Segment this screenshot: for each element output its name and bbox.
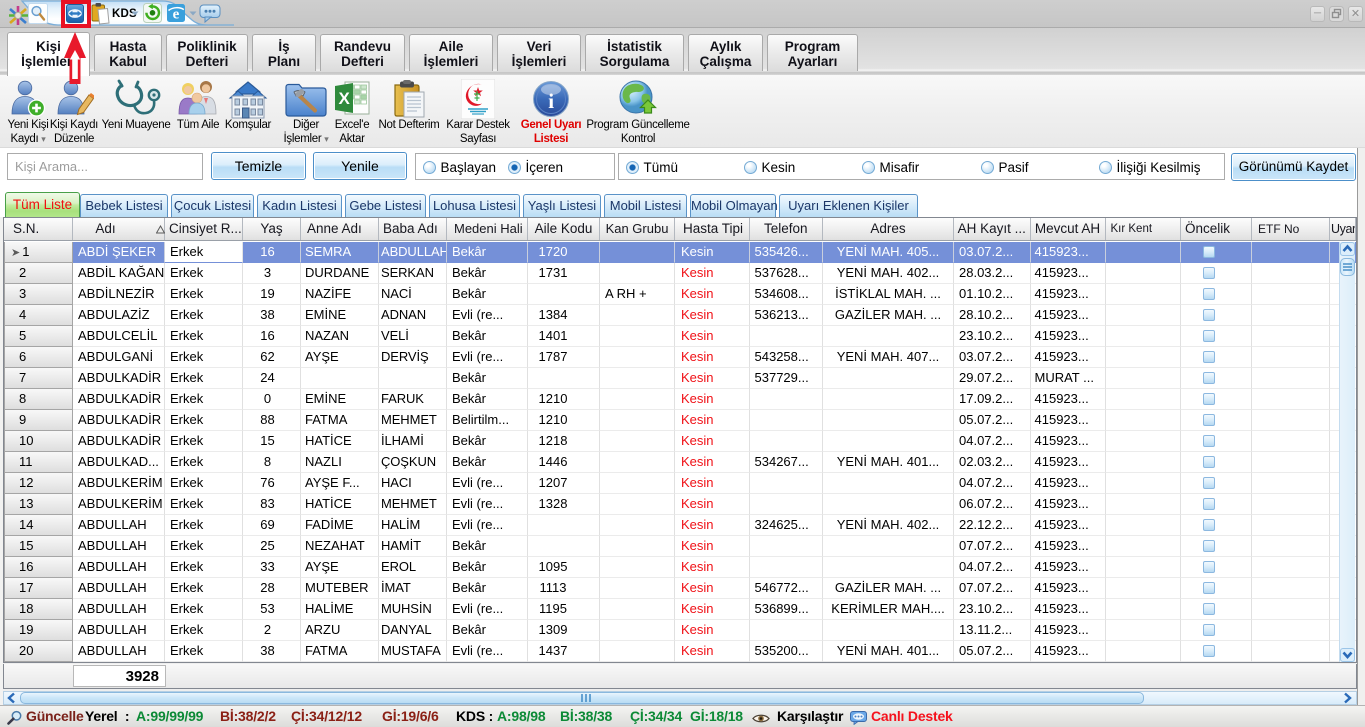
- svg-text:i: i: [548, 89, 554, 113]
- svg-text:X: X: [338, 89, 350, 108]
- svg-text:e: e: [173, 7, 180, 23]
